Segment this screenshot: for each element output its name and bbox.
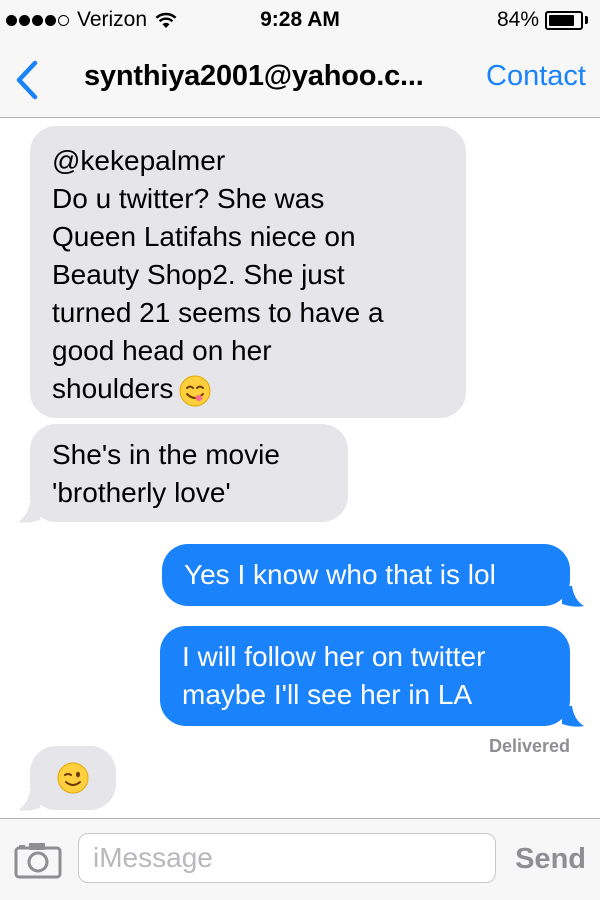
incoming-message-bubble[interactable] (30, 746, 116, 810)
outgoing-message-bubble[interactable]: Yes I know who that is lol (162, 544, 570, 606)
incoming-bubble-tail (18, 790, 40, 811)
message-input-bar: Send (0, 818, 600, 900)
battery-percent: 84% (496, 8, 539, 31)
battery-fill (549, 14, 575, 26)
imessage-input[interactable] (78, 833, 496, 883)
send-button[interactable]: Send (515, 843, 586, 876)
yum-face-emoji-icon (179, 375, 211, 407)
incoming-message-bubble[interactable]: @kekepalmer Do u twitter? She was Queen … (30, 126, 466, 418)
navigation-bar: synthiya2001@yahoo.c... Contact (0, 40, 600, 118)
conversation-title: synthiya2001@yahoo.c... (84, 60, 424, 92)
message-line: @kekepalmer (52, 145, 226, 176)
contact-button[interactable]: Contact (486, 60, 586, 93)
message-line: Queen Latifahs niece on (52, 221, 356, 252)
outgoing-bubble-tail (562, 586, 584, 607)
incoming-bubble-tail (18, 502, 40, 523)
outgoing-message-bubble[interactable]: I will follow her on twitter maybe I'll … (160, 626, 570, 726)
status-bar: Verizon 9:28 AM 84% (0, 0, 600, 40)
message-line: maybe I'll see her in LA (182, 679, 473, 710)
message-line: shoulders (52, 370, 444, 408)
message-line: She's in the movie (52, 439, 280, 470)
message-line: Yes I know who that is lol (184, 559, 496, 590)
message-text: shoulders (52, 373, 174, 404)
battery-icon (545, 10, 583, 30)
delivered-status: Delivered (488, 736, 570, 756)
battery-indicator: 84% (497, 8, 588, 32)
outgoing-bubble-tail (562, 706, 584, 727)
camera-icon[interactable] (14, 841, 62, 879)
chevron-left-icon[interactable] (14, 60, 40, 100)
message-line: Beauty Shop2. She just (52, 259, 345, 290)
message-line: turned 21 seems to have a (52, 297, 384, 328)
message-line: I will follow her on twitter (182, 641, 486, 672)
winking-face-emoji-icon (57, 762, 89, 794)
message-line: Do u twitter? She was (52, 183, 325, 214)
message-line: good head on her (52, 335, 272, 366)
battery-tip (585, 16, 588, 24)
message-line: 'brotherly love' (52, 477, 231, 508)
incoming-message-bubble[interactable]: She's in the movie 'brotherly love' (30, 424, 348, 522)
